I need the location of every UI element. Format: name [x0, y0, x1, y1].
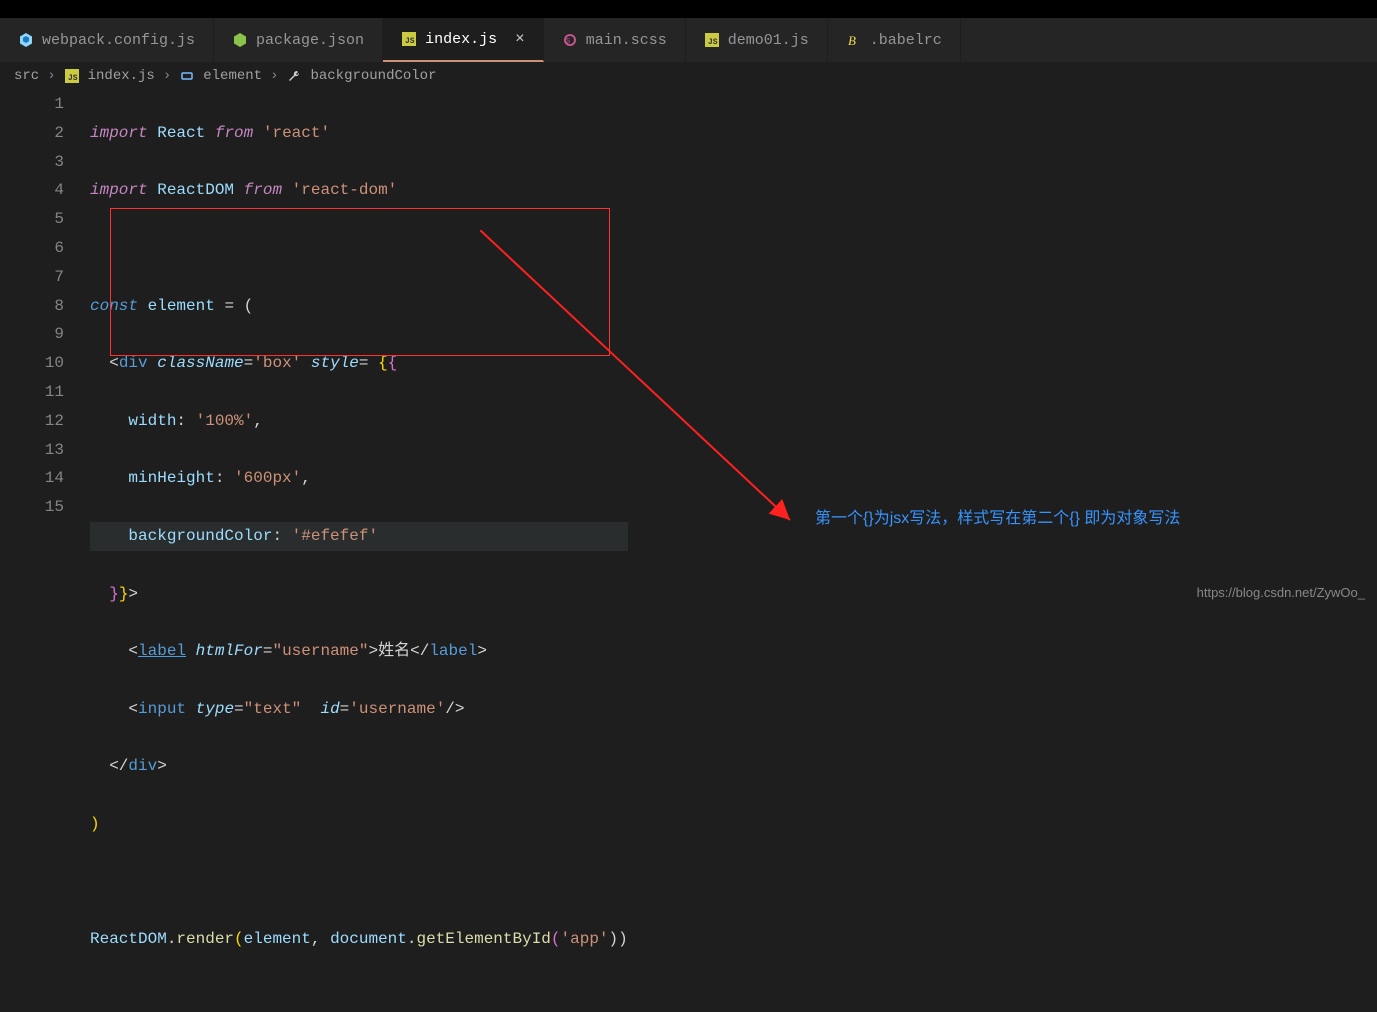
tab-label: package.json [256, 32, 364, 49]
chevron-right-icon: › [163, 68, 171, 84]
code-content[interactable]: import React from 'react' import ReactDO… [90, 90, 628, 1012]
webpack-icon [18, 32, 34, 48]
watermark: https://blog.csdn.net/ZywOo_ [1197, 585, 1365, 600]
node-icon [232, 32, 248, 48]
js-icon: JS [401, 31, 417, 47]
svg-text:JS: JS [708, 38, 718, 47]
tab-package-json[interactable]: package.json [214, 18, 383, 62]
svg-text:S: S [566, 38, 570, 46]
svg-text:B: B [848, 33, 856, 48]
tab-main-scss[interactable]: S main.scss [544, 18, 686, 62]
tab-webpack-config[interactable]: webpack.config.js [0, 18, 214, 62]
tab-bar: webpack.config.js package.json JS index.… [0, 18, 1377, 62]
code-editor[interactable]: 1 2 3 4 5 6 7 8 9 10 11 12 13 14 15 impo… [0, 90, 1377, 1012]
babel-icon: B [846, 32, 862, 48]
annotation-text: 第一个{}为jsx写法，样式写在第二个{} 即为对象写法 [815, 504, 1180, 528]
close-icon[interactable]: × [515, 30, 525, 48]
breadcrumb-item[interactable]: src [14, 68, 39, 84]
chevron-right-icon: › [270, 68, 278, 84]
tab-label: .babelrc [870, 32, 942, 49]
tab-babelrc[interactable]: B .babelrc [828, 18, 961, 62]
line-gutter: 1 2 3 4 5 6 7 8 9 10 11 12 13 14 15 [0, 90, 90, 1012]
tab-demo01-js[interactable]: JS demo01.js [686, 18, 828, 62]
wrench-icon [286, 68, 302, 84]
tab-label: webpack.config.js [42, 32, 195, 49]
tab-index-js[interactable]: JS index.js × [383, 18, 544, 62]
js-icon: JS [704, 32, 720, 48]
svg-text:JS: JS [68, 74, 78, 83]
breadcrumb-item[interactable]: element [203, 68, 262, 84]
chevron-right-icon: › [47, 68, 55, 84]
sass-icon: S [562, 32, 578, 48]
js-icon: JS [64, 68, 80, 84]
tab-label: demo01.js [728, 32, 809, 49]
symbol-variable-icon [179, 68, 195, 84]
tab-label: main.scss [586, 32, 667, 49]
breadcrumb-item[interactable]: backgroundColor [310, 68, 436, 84]
breadcrumb[interactable]: src › JS index.js › element › background… [0, 62, 1377, 90]
svg-text:JS: JS [405, 37, 415, 46]
breadcrumb-item[interactable]: index.js [88, 68, 155, 84]
tab-label: index.js [425, 31, 497, 48]
